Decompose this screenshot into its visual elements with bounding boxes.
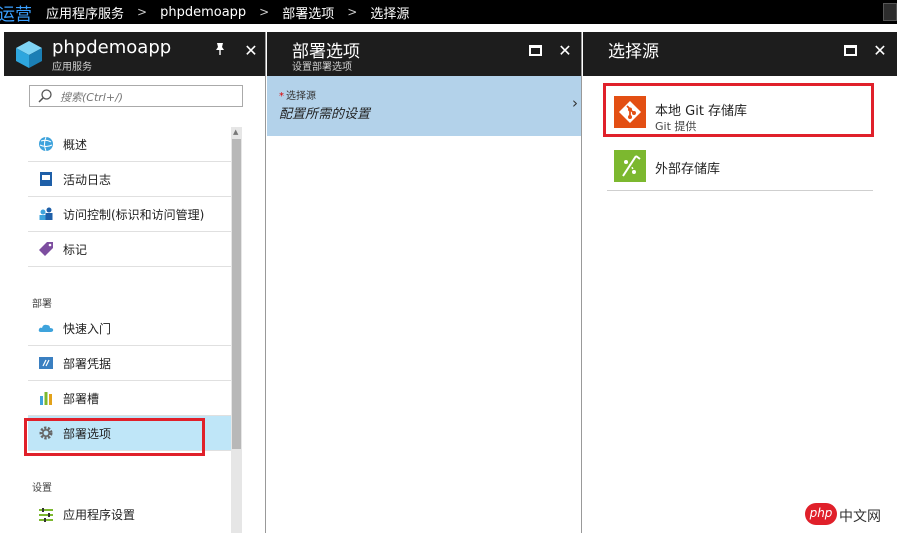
brand-text[interactable]: 运营: [0, 0, 32, 25]
choose-source-field[interactable]: * 选择源 配置所需的设置 ›: [267, 76, 581, 136]
choose-source-label: * 选择源: [279, 87, 316, 102]
pin-icon[interactable]: [211, 41, 229, 60]
menu-item-activity-log[interactable]: 活动日志: [28, 162, 231, 197]
maximize-icon[interactable]: [526, 41, 544, 60]
breadcrumb-separator: >: [347, 5, 358, 19]
deployment-options-blade: 部署选项 设置部署选项 ✕ * 选择源 配置所需的设置 ›: [267, 32, 582, 533]
highlight-box-local-git: [603, 83, 874, 137]
breadcrumb-bar: 运营 应用程序服务 > phpdemoapp > 部署选项 > 选择源: [0, 0, 897, 25]
close-icon[interactable]: ✕: [556, 41, 574, 60]
log-icon: [40, 172, 52, 186]
menu-item-label: 应用程序设置: [63, 508, 136, 522]
users-icon: [39, 207, 53, 220]
topbar-scroll-handle[interactable]: [883, 3, 897, 21]
breadcrumb-separator: >: [137, 5, 148, 19]
app-blade-subtitle: 应用服务: [52, 62, 92, 73]
close-icon[interactable]: ✕: [871, 41, 889, 60]
menu-item-label: 标记: [63, 242, 88, 257]
source-name: 外部存储库: [655, 162, 721, 177]
menu-item-deploy-slots[interactable]: 部署槽: [28, 381, 231, 416]
app-blade: phpdemoapp 应用服务 ✕ 搜索(Ctrl+/) 概述 活动日志 访问控…: [4, 32, 266, 533]
cloud-icon: [38, 324, 54, 332]
tag-icon: [39, 242, 53, 256]
app-menu: 概述 活动日志 访问控制(标识和访问管理) 标记 部署 快速入门 部署凭据 部署…: [4, 127, 262, 533]
breadcrumb-phpdemoapp[interactable]: phpdemoapp: [160, 5, 246, 20]
menu-scrollbar[interactable]: ▲: [231, 127, 242, 533]
settings-list-icon: [39, 507, 53, 522]
app-blade-title: phpdemoapp: [52, 37, 172, 58]
breadcrumb-separator: >: [259, 5, 270, 19]
menu-item-quickstart[interactable]: 快速入门: [28, 311, 231, 346]
section-deployment: 部署: [32, 299, 52, 310]
menu-item-app-settings[interactable]: 应用程序设置: [28, 497, 231, 532]
chevron-right-icon: ›: [572, 94, 578, 112]
menu-item-label: 部署槽: [63, 391, 100, 406]
menu-item-access-control[interactable]: 访问控制(标识和访问管理): [28, 197, 231, 232]
watermark: php 中文网: [805, 503, 897, 527]
required-marker: *: [279, 91, 284, 102]
slots-icon: [40, 392, 52, 405]
scroll-up-icon[interactable]: ▲: [233, 128, 238, 136]
credentials-icon: [39, 357, 53, 369]
breadcrumb-app-services[interactable]: 应用程序服务: [46, 3, 124, 22]
menu-item-label: 访问控制(标识和访问管理): [63, 207, 205, 222]
menu-item-overview[interactable]: 概述: [28, 127, 231, 162]
menu-item-label: 概述: [63, 137, 88, 152]
section-settings: 设置: [32, 483, 52, 494]
deployment-options-subtitle: 设置部署选项: [292, 62, 352, 73]
deployment-options-header: 部署选项 设置部署选项 ✕: [267, 32, 581, 76]
choose-source-value: 配置所需的设置: [279, 107, 371, 122]
globe-icon: [39, 136, 53, 152]
app-service-cube-icon: [16, 41, 42, 68]
close-icon[interactable]: ✕: [242, 41, 260, 60]
search-placeholder: 搜索(Ctrl+/): [60, 91, 124, 104]
field-label: 选择源: [286, 91, 316, 102]
menu-item-label: 活动日志: [63, 172, 112, 187]
scrollbar-thumb[interactable]: [232, 139, 241, 449]
choose-source-header: 选择源 ✕: [583, 32, 897, 76]
choose-source-title: 选择源: [608, 42, 659, 62]
watermark-text: 中文网: [839, 509, 881, 525]
app-blade-header: phpdemoapp 应用服务 ✕: [4, 32, 265, 76]
maximize-icon[interactable]: [841, 41, 859, 60]
menu-item-deploy-credentials[interactable]: 部署凭据: [28, 346, 231, 381]
search-input[interactable]: 搜索(Ctrl+/): [29, 85, 243, 107]
menu-item-label: 部署凭据: [63, 356, 112, 371]
highlight-box-deploy-options: [24, 418, 205, 456]
breadcrumb-deployment-options[interactable]: 部署选项: [282, 3, 334, 22]
search-icon: [38, 89, 52, 103]
menu-item-tags[interactable]: 标记: [28, 232, 231, 267]
choose-source-blade: 选择源 ✕ 本地 Git 存储库 Git 提供 外部存储库: [583, 32, 897, 533]
source-external-repo[interactable]: 外部存储库: [607, 141, 873, 191]
watermark-php-badge: php: [805, 503, 837, 525]
menu-item-label: 快速入门: [63, 321, 112, 336]
breadcrumb-choose-source[interactable]: 选择源: [370, 3, 409, 22]
external-repo-icon: [614, 150, 646, 182]
